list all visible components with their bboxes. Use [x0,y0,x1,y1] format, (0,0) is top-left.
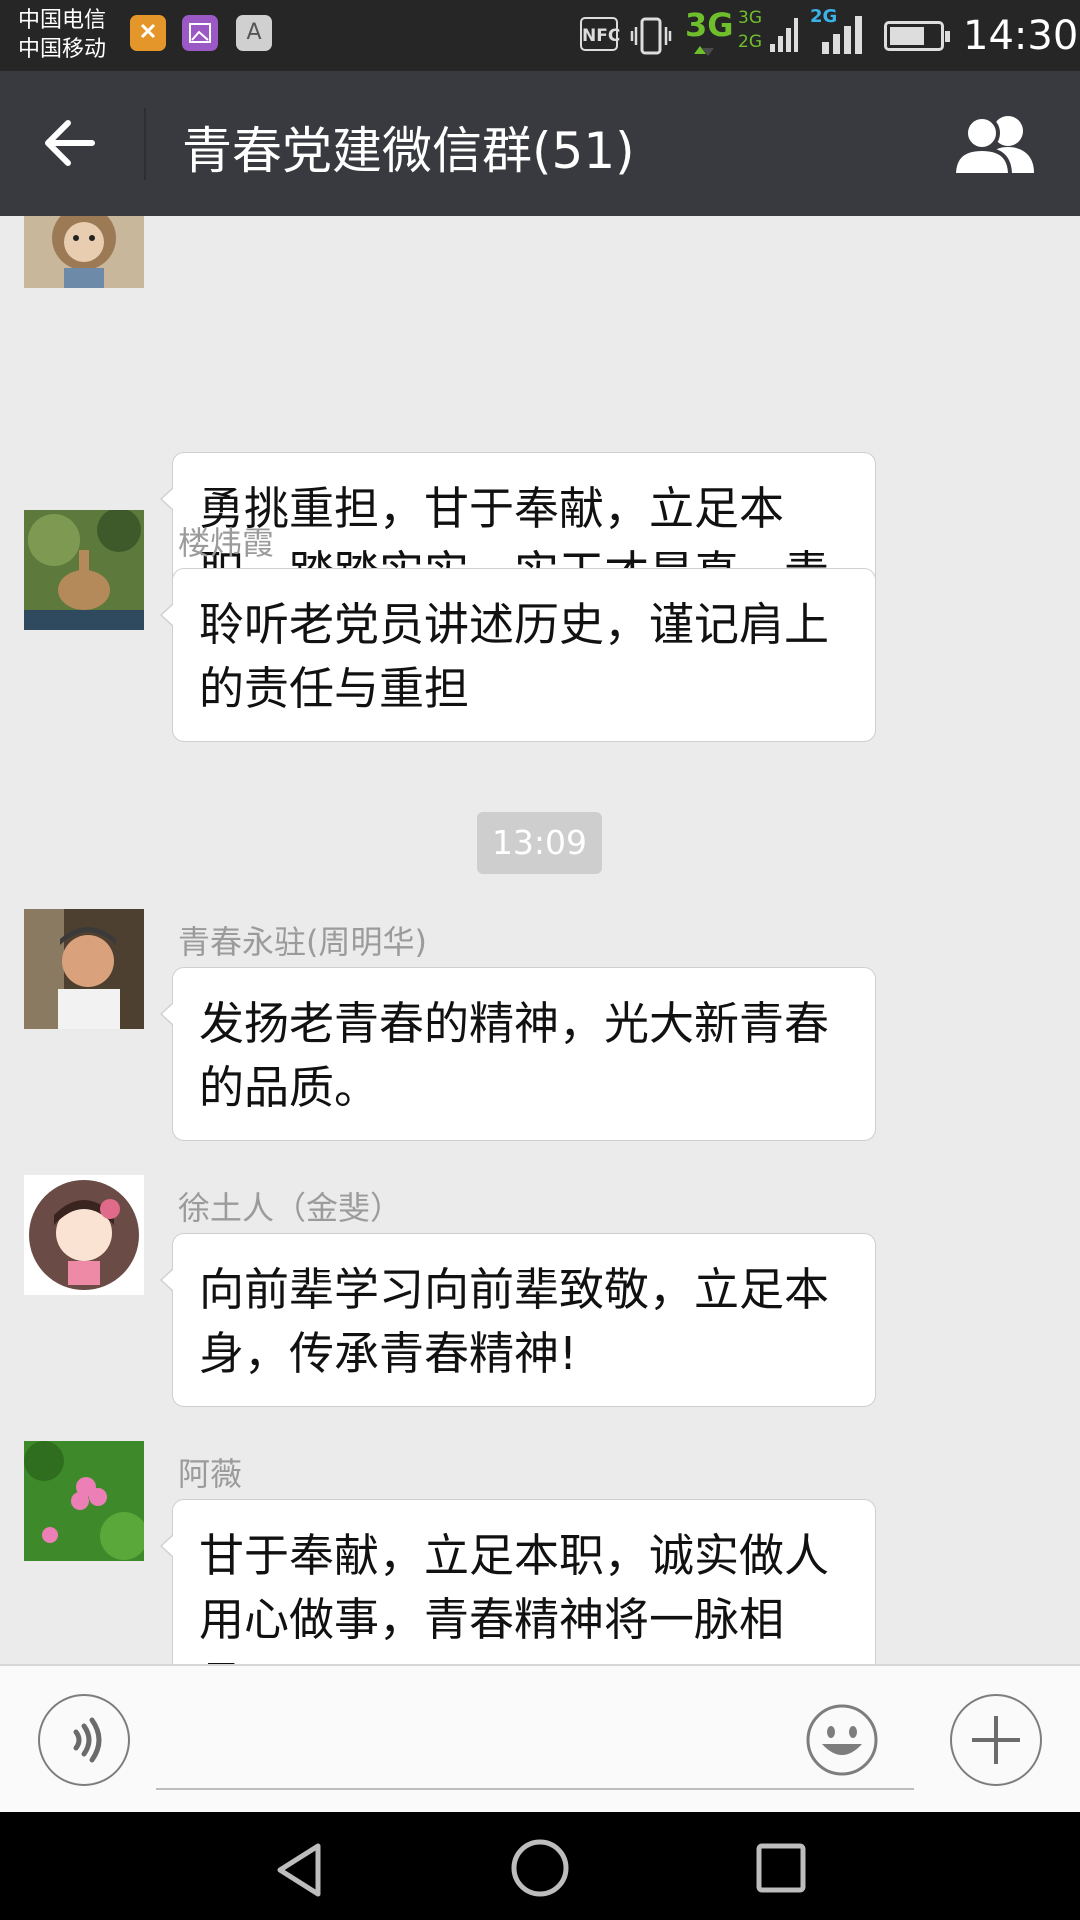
message-text: 向前辈学习向前辈致敬，立足本身，传承青春精神! [199,1263,830,1380]
sender-name: 阿薇 [178,1455,243,1493]
carrier-2: 中国移动 [18,37,107,62]
signal-icon-1 [770,18,798,52]
message-text: 甘于奉献，立足本职，诚实做人用心做事，青春精神将一脉相承。 [199,1529,830,1664]
carrier-1: 中国电信 [18,8,107,33]
message-bubble[interactable]: 发扬老青春的精神，光大新青春的品质。 [160,967,876,1141]
message-bubble[interactable]: 向前辈学习向前辈致敬，立足本身，传承青春精神! [160,1233,876,1407]
message-bubble[interactable]: 甘于奉献，立足本职，诚实做人用心做事，青春精神将一脉相承。 [160,1499,876,1664]
message-bubble[interactable]: 聆听老党员讲述历史，谨记肩上的责任与重担 [160,568,876,742]
system-nav-bar [0,1812,1080,1920]
voice-input-icon[interactable] [38,1694,130,1786]
sender-name: 楼炜霞 [178,524,275,562]
message-text: 发扬老青春的精神，光大新青春的品质。 [199,997,830,1114]
message-text: 聆听老党员讲述历史，谨记肩上的责任与重担 [199,598,830,715]
avatar[interactable] [24,909,144,1029]
network-dual-label: 3G 2G [738,8,762,52]
network-3g-label: 3G [685,6,734,44]
chat-title: 青春党建微信群(51) [182,122,635,180]
plus-icon[interactable] [950,1694,1042,1786]
battery-icon [884,21,950,51]
carrier-names: 中国电信 中国移动 [18,6,106,64]
chat-header: 青春党建微信群(51) [0,71,1080,216]
signal-icon-2 [822,16,862,54]
avatar[interactable] [24,1175,144,1295]
nav-recents-icon[interactable] [755,1842,807,1894]
nav-home-icon[interactable] [510,1838,570,1898]
gallery-app-icon [182,15,218,51]
status-bar: 中国电信 中国移动 A NFC 3G 3G 2G 2G 14:30 [0,0,1080,71]
avatar[interactable] [24,1441,144,1561]
message-input[interactable] [156,1788,914,1790]
vibrate-icon [630,17,672,55]
nav-back-icon[interactable] [274,1842,324,1898]
input-bar [0,1664,1080,1814]
time-divider: 13:09 [477,812,602,874]
avatar[interactable] [24,216,144,288]
nfc-icon: NFC [580,17,620,51]
music-app-icon [130,15,166,51]
header-divider [144,108,146,180]
back-arrow-icon[interactable] [40,113,100,173]
sender-name: 青春永驻(周明华) [178,923,427,961]
status-time: 14:30 [963,13,1079,59]
sender-name: 徐土人（金斐） [178,1189,403,1227]
data-arrows-icon [694,46,714,56]
chat-messages[interactable]: 勇挑重担，甘于奉献，立足本职，踏踏实实，实干才是真，青春精神将一脉相承。 楼炜霞… [0,216,1080,1664]
keyboard-app-icon: A [236,15,272,51]
emoji-icon[interactable] [806,1704,878,1776]
group-members-icon[interactable] [950,111,1040,177]
avatar[interactable] [24,510,144,630]
